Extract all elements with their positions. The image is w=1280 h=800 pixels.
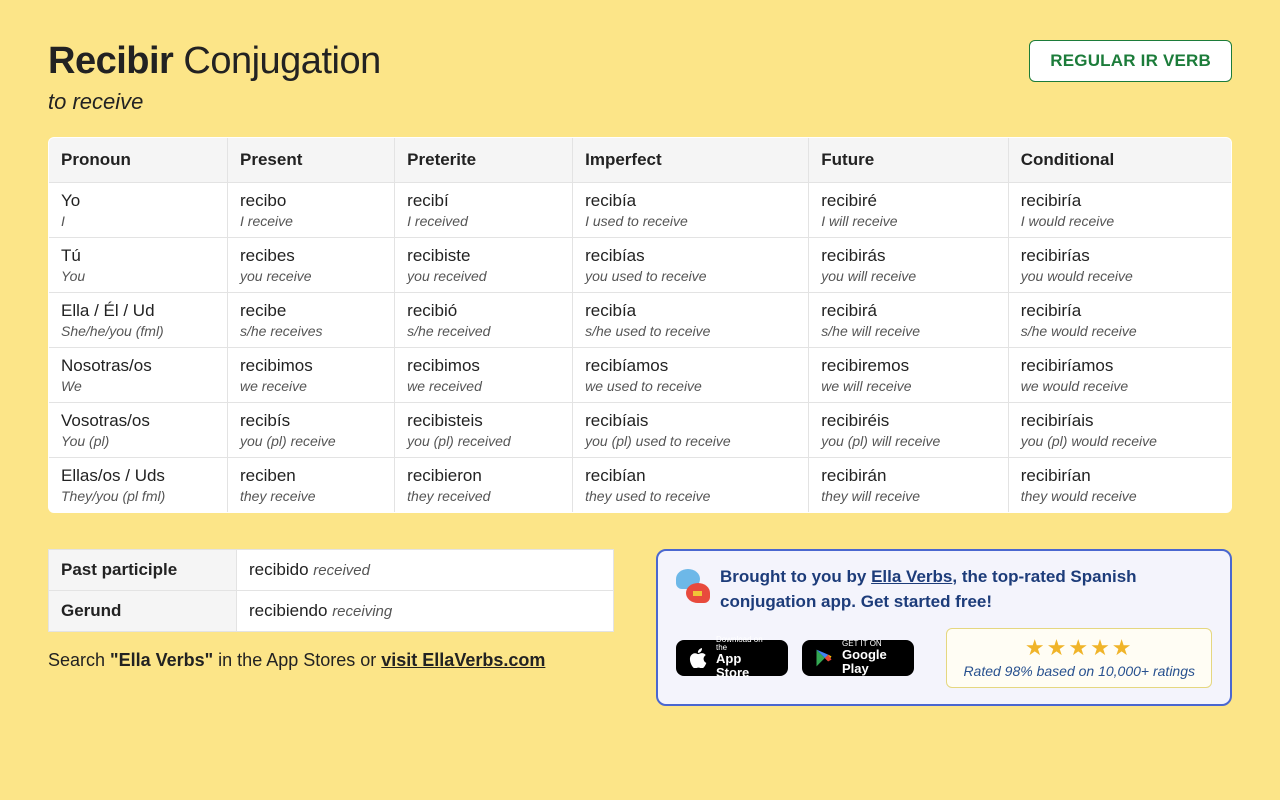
pronoun-cell: Ellas/os / UdsThey/you (pl fml) [49, 458, 228, 513]
column-header: Pronoun [49, 138, 228, 183]
past-participle-label: Past participle [49, 550, 237, 591]
verb-type-badge: REGULAR IR VERB [1029, 40, 1232, 82]
conjugation-cell: recibirás/he will receive [809, 293, 1008, 348]
conjugation-cell: recibenthey receive [228, 458, 395, 513]
pronoun-cell: TúYou [49, 238, 228, 293]
conjugation-cell: recibiréI will receive [809, 183, 1008, 238]
conjugation-cell: recibíI received [395, 183, 573, 238]
conjugation-cell: recibisteisyou (pl) received [395, 403, 573, 458]
conjugation-cell: recibiréisyou (pl) will receive [809, 403, 1008, 458]
column-header: Preterite [395, 138, 573, 183]
google-play-button[interactable]: GET IT ONGoogle Play [802, 640, 914, 676]
table-row: Nosotras/osWerecibimoswe receiverecibimo… [49, 348, 1232, 403]
stars-icon: ★★★★★ [963, 635, 1195, 661]
conjugation-cell: recibíaisyou (pl) used to receive [573, 403, 809, 458]
gerund-cell: recibiendo receiving [237, 591, 614, 632]
participle-table: Past participle recibido received Gerund… [48, 549, 614, 632]
promo-text: Brought to you by Ella Verbs, the top-ra… [720, 565, 1212, 614]
conjugation-cell: recibimoswe receive [228, 348, 395, 403]
pronoun-cell: Vosotras/osYou (pl) [49, 403, 228, 458]
table-row: Vosotras/osYou (pl)recibísyou (pl) recei… [49, 403, 1232, 458]
conjugation-cell: recibisteyou received [395, 238, 573, 293]
title-suffix: Conjugation [173, 40, 380, 82]
verb-name: Recibir [48, 40, 173, 82]
app-icon [676, 569, 710, 603]
past-participle-gloss: received [313, 562, 370, 579]
rating-box: ★★★★★ Rated 98% based on 10,000+ ratings [946, 628, 1212, 688]
ella-verbs-link[interactable]: Ella Verbs [871, 567, 952, 586]
promo-box: Brought to you by Ella Verbs, the top-ra… [656, 549, 1232, 706]
column-header: Present [228, 138, 395, 183]
search-hint: Search "Ella Verbs" in the App Stores or… [48, 650, 614, 671]
rating-text: Rated 98% based on 10,000+ ratings [963, 663, 1195, 679]
pronoun-cell: YoI [49, 183, 228, 238]
app-store-button[interactable]: Download on theApp Store [676, 640, 788, 676]
past-participle-word: recibido [249, 560, 309, 579]
conjugation-cell: recibes/he receives [228, 293, 395, 348]
table-row: Ellas/os / UdsThey/you (pl fml)recibenth… [49, 458, 1232, 513]
conjugation-cell: recibíaI used to receive [573, 183, 809, 238]
pronoun-cell: Ella / Él / UdShe/he/you (fml) [49, 293, 228, 348]
conjugation-cell: recibiós/he received [395, 293, 573, 348]
conjugation-cell: recibías/he used to receive [573, 293, 809, 348]
column-header: Future [809, 138, 1008, 183]
gerund-gloss: receiving [332, 603, 392, 620]
conjugation-cell: recibiremoswe will receive [809, 348, 1008, 403]
table-row: YoIreciboI receiverecibíI receivedrecibí… [49, 183, 1232, 238]
conjugation-cell: recibieronthey received [395, 458, 573, 513]
conjugation-cell: recibiríamoswe would receive [1008, 348, 1231, 403]
gerund-label: Gerund [49, 591, 237, 632]
search-term: "Ella Verbs" [110, 650, 213, 670]
conjugation-cell: recibirásyou will receive [809, 238, 1008, 293]
conjugation-cell: reciboI receive [228, 183, 395, 238]
conjugation-cell: recibíasyou used to receive [573, 238, 809, 293]
apple-icon [688, 648, 708, 668]
pronoun-cell: Nosotras/osWe [49, 348, 228, 403]
conjugation-cell: recibesyou receive [228, 238, 395, 293]
conjugation-cell: recibíamoswe used to receive [573, 348, 809, 403]
verb-translation: to receive [48, 89, 381, 115]
conjugation-cell: recibimoswe received [395, 348, 573, 403]
past-participle-cell: recibido received [237, 550, 614, 591]
conjugation-table: PronounPresentPreteriteImperfectFutureCo… [48, 137, 1232, 513]
conjugation-cell: recibiríanthey would receive [1008, 458, 1231, 513]
table-row: Ella / Él / UdShe/he/you (fml)recibes/he… [49, 293, 1232, 348]
conjugation-cell: recibiríasyou would receive [1008, 238, 1231, 293]
play-icon [814, 648, 834, 668]
conjugation-cell: recibíanthey used to receive [573, 458, 809, 513]
table-row: TúYourecibesyou receiverecibisteyou rece… [49, 238, 1232, 293]
conjugation-cell: recibiríaisyou (pl) would receive [1008, 403, 1231, 458]
conjugation-cell: recibiránthey will receive [809, 458, 1008, 513]
page-title: Recibir Conjugation [48, 40, 381, 83]
conjugation-cell: recibísyou (pl) receive [228, 403, 395, 458]
column-header: Imperfect [573, 138, 809, 183]
conjugation-cell: recibiríaI would receive [1008, 183, 1231, 238]
conjugation-cell: recibirías/he would receive [1008, 293, 1231, 348]
gerund-word: recibiendo [249, 601, 327, 620]
visit-link[interactable]: visit EllaVerbs.com [381, 650, 545, 670]
column-header: Conditional [1008, 138, 1231, 183]
